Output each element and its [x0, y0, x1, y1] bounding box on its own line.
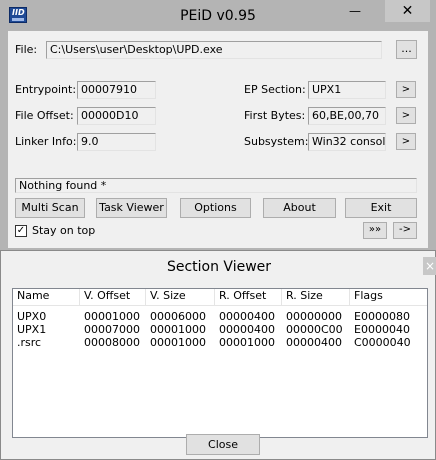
checkmark-icon: ✓ — [16, 225, 26, 236]
linker-info-field[interactable]: 9.0 — [77, 133, 156, 151]
exit-button[interactable]: Exit — [345, 198, 417, 218]
subsystem-button[interactable]: > — [396, 133, 416, 150]
column-header-r-offset[interactable]: R. Offset — [215, 289, 282, 306]
file-offset-label: File Offset: — [15, 109, 74, 122]
window-title: PEiD v0.95 — [180, 8, 256, 24]
cell-v-size: 00001000 — [150, 336, 206, 349]
multi-scan-button[interactable]: Multi Scan — [15, 198, 85, 218]
minimize-button[interactable]: — — [342, 0, 368, 22]
cell-name: .rsrc — [17, 336, 42, 349]
table-row[interactable]: .rsrc 00008000 00001000 00001000 0000040… — [13, 336, 427, 349]
column-header-v-size[interactable]: V. Size — [146, 289, 215, 306]
linker-info-label: Linker Info: — [15, 135, 77, 148]
cell-v-size: 00001000 — [150, 323, 206, 336]
column-header-r-size[interactable]: R. Size — [282, 289, 350, 306]
cell-v-size: 00006000 — [150, 310, 206, 323]
stay-on-top-checkbox[interactable]: ✓ — [15, 225, 27, 237]
sections-table[interactable]: Name V. Offset V. Size R. Offset R. Size… — [12, 288, 428, 438]
cell-flags: C0000040 — [354, 336, 411, 349]
ep-section-label: EP Section: — [244, 83, 306, 96]
first-bytes-field[interactable]: 60,BE,00,70 — [308, 107, 386, 125]
more-button[interactable]: »» — [363, 222, 387, 239]
column-header-name[interactable]: Name — [13, 289, 80, 306]
entrypoint-field[interactable]: 00007910 — [77, 81, 156, 99]
table-row[interactable]: UPX0 00001000 00006000 00000400 00000000… — [13, 310, 427, 323]
first-bytes-button[interactable]: > — [396, 107, 416, 124]
cell-r-size: 00000C00 — [286, 323, 343, 336]
section-viewer-window: Section Viewer × Name V. Offset V. Size … — [0, 250, 436, 460]
options-button[interactable]: Options — [180, 198, 251, 218]
cell-flags: E0000040 — [354, 323, 410, 336]
cell-v-offset: 00007000 — [84, 323, 140, 336]
about-button[interactable]: About — [263, 198, 336, 218]
cell-v-offset: 00008000 — [84, 336, 140, 349]
peid-window: IID PEiD v0.95 — ✕ File: C:\Users\user\D… — [0, 0, 436, 250]
cell-r-offset: 00000400 — [219, 310, 275, 323]
cell-r-size: 00000400 — [286, 336, 342, 349]
subsystem-label: Subsystem: — [244, 135, 309, 148]
section-viewer-title: Section Viewer — [166, 259, 272, 275]
first-bytes-label: First Bytes: — [244, 109, 306, 122]
column-header-v-offset[interactable]: V. Offset — [80, 289, 146, 306]
close-window-button[interactable]: ✕ — [385, 0, 430, 22]
cell-name: UPX1 — [17, 323, 47, 336]
status-field: Nothing found * — [15, 178, 417, 193]
ep-section-button[interactable]: > — [396, 81, 416, 98]
cell-v-offset: 00001000 — [84, 310, 140, 323]
file-label: File: — [15, 43, 38, 56]
table-row[interactable]: UPX1 00007000 00001000 00000400 00000C00… — [13, 323, 427, 336]
browse-button[interactable]: ... — [396, 40, 417, 59]
close-button[interactable]: Close — [186, 434, 260, 455]
task-viewer-button[interactable]: Task Viewer — [96, 198, 167, 218]
cell-flags: E0000080 — [354, 310, 410, 323]
section-viewer-close-icon[interactable]: × — [423, 257, 436, 275]
cell-r-size: 00000000 — [286, 310, 342, 323]
subsystem-field[interactable]: Win32 console — [308, 133, 386, 151]
cell-name: UPX0 — [17, 310, 47, 323]
entrypoint-label: Entrypoint: — [15, 83, 77, 96]
column-header-flags[interactable]: Flags — [350, 289, 427, 306]
stay-on-top-label: Stay on top — [32, 224, 96, 237]
ep-section-field[interactable]: UPX1 — [308, 81, 386, 99]
table-header: Name V. Offset V. Size R. Offset R. Size… — [13, 289, 427, 306]
cell-r-offset: 00000400 — [219, 323, 275, 336]
go-button[interactable]: -> — [393, 222, 417, 239]
file-offset-field[interactable]: 00000D10 — [77, 107, 156, 125]
cell-r-offset: 00001000 — [219, 336, 275, 349]
file-path-field[interactable]: C:\Users\user\Desktop\UPD.exe — [46, 41, 382, 59]
